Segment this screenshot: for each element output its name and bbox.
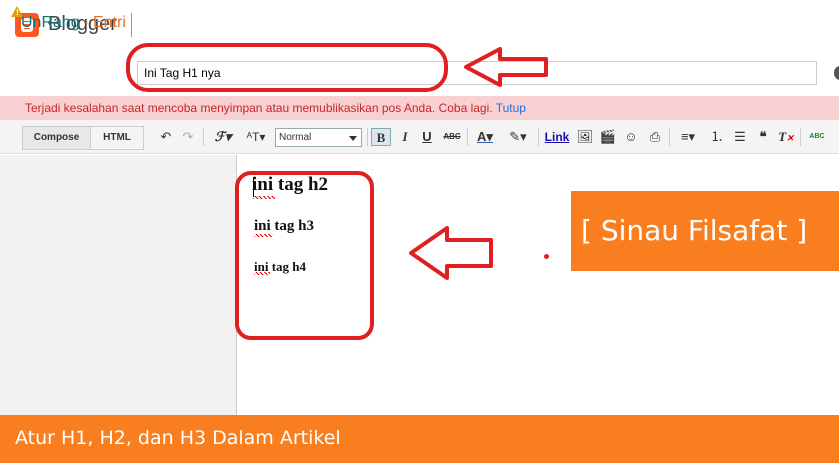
- tab-compose[interactable]: Compose: [23, 127, 91, 149]
- numbered-list-icon[interactable]: ⒈: [708, 128, 726, 146]
- site-watermark: [ Sinau Filsafat ]: [571, 191, 839, 271]
- bulleted-list-icon[interactable]: ☰: [731, 128, 749, 146]
- spell-underline: [254, 234, 273, 237]
- font-family-icon[interactable]: ℱ▾: [210, 128, 236, 146]
- text-cursor: [253, 177, 254, 197]
- header-divider: [131, 13, 132, 37]
- jump-break-icon[interactable]: ⎙: [646, 128, 664, 146]
- left-gutter: [0, 155, 237, 415]
- breadcrumb-separator: ·: [84, 14, 90, 31]
- spell-underline: [254, 272, 270, 275]
- link-button[interactable]: Link: [543, 128, 571, 146]
- undo-icon[interactable]: ↶: [158, 128, 174, 146]
- toolbar-divider: [669, 128, 670, 146]
- text-color-label: A: [477, 129, 487, 144]
- mode-tabs: Compose HTML: [22, 126, 144, 150]
- video-icon[interactable]: 🎬: [599, 128, 617, 146]
- spell-underline: [253, 196, 275, 199]
- underline-button[interactable]: U: [419, 128, 435, 146]
- heading-h3[interactable]: ini tag h3: [254, 218, 314, 235]
- redo-icon[interactable]: ↷: [180, 128, 196, 146]
- toolbar-divider: [203, 128, 204, 146]
- avatar[interactable]: [834, 66, 839, 80]
- toolbar-divider: [538, 128, 539, 146]
- align-icon[interactable]: ≡▾: [675, 128, 701, 146]
- toolbar-divider: [467, 128, 468, 146]
- caption-banner: Atur H1, H2, dan H3 Dalam Artikel: [0, 415, 839, 463]
- emoji-icon[interactable]: ☺: [622, 128, 640, 146]
- error-message: Terjadi kesalahan saat mencoba menyimpan…: [25, 101, 493, 115]
- tab-html[interactable]: HTML: [91, 127, 143, 149]
- dismiss-error-link[interactable]: Tutup: [496, 101, 526, 115]
- toolbar-divider: [367, 128, 368, 146]
- blog-name-link[interactable]: UnRang: [21, 14, 80, 32]
- toolbar-divider: [800, 128, 801, 146]
- quote-icon[interactable]: ❝: [754, 128, 772, 146]
- spellcheck-icon[interactable]: ABC: [806, 128, 828, 146]
- highlight-color-icon[interactable]: ✎▾: [505, 128, 531, 146]
- strikethrough-button[interactable]: ABC: [441, 128, 463, 146]
- remove-formatting-icon[interactable]: T✕: [777, 128, 795, 146]
- warning-icon: !: [11, 6, 23, 17]
- error-banner: Terjadi kesalahan saat mencoba menyimpan…: [0, 96, 839, 120]
- font-size-icon[interactable]: ᴬT▾: [242, 128, 270, 146]
- heading-h2[interactable]: ini tag h2: [252, 174, 328, 196]
- post-title-input[interactable]: Ini Tag H1 nya: [137, 61, 817, 85]
- annotation-dot: [544, 254, 549, 259]
- italic-button[interactable]: I: [397, 128, 413, 146]
- image-icon[interactable]: 🖼: [576, 128, 594, 146]
- bold-button[interactable]: B: [371, 128, 391, 146]
- format-select[interactable]: Normal: [275, 128, 362, 147]
- breadcrumb-section: Entri: [93, 14, 126, 31]
- text-color-button[interactable]: A▾: [473, 128, 497, 146]
